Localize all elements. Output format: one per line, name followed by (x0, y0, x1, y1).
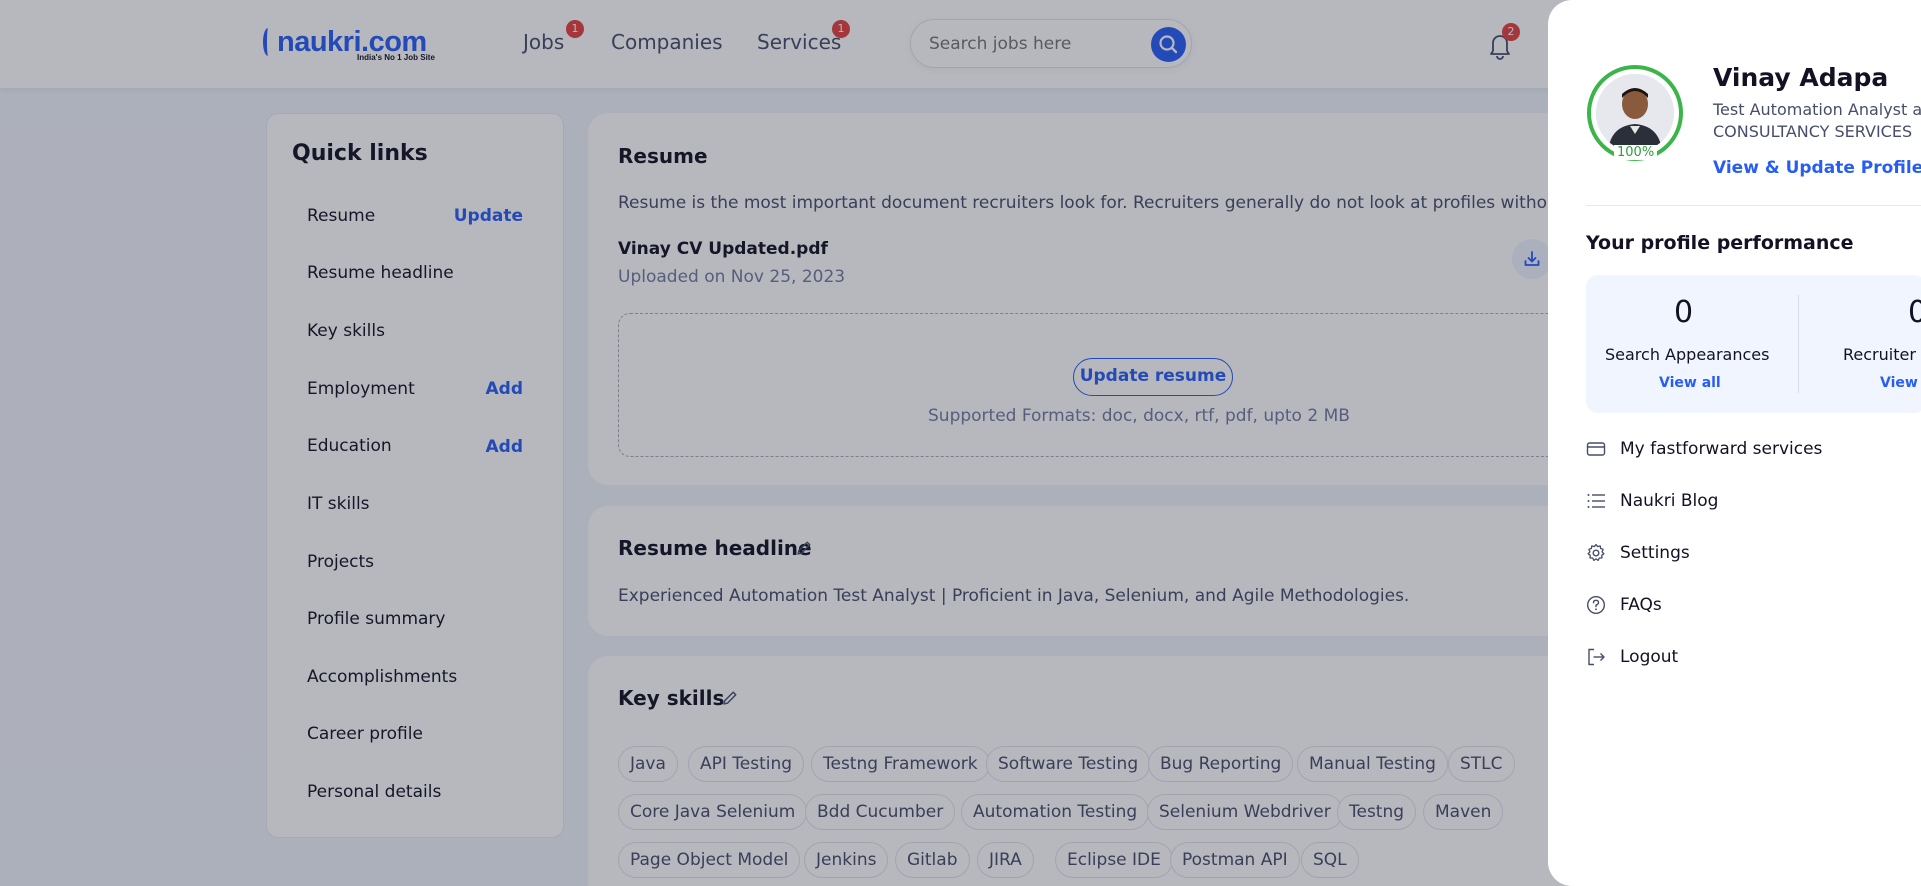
search-appearances-label: Search Appearances (1605, 345, 1770, 364)
view-update-profile-link[interactable]: View & Update Profile (1713, 158, 1921, 178)
divider (1586, 205, 1921, 206)
menu-label: Logout (1620, 647, 1679, 667)
avatar[interactable] (1596, 74, 1674, 152)
recruiter-actions-view[interactable]: View (1880, 375, 1918, 391)
user-role: Test Automation Analyst at CONSULTANCY S… (1713, 99, 1921, 143)
menu-label: My fastforward services (1620, 439, 1823, 459)
profile-drawer: 100% Vinay Adapa Test Automation Analyst… (1548, 0, 1921, 886)
menu-label: Settings (1620, 543, 1690, 563)
menu-label: Naukri Blog (1620, 491, 1719, 511)
question-icon (1586, 595, 1606, 615)
user-role-line-2: CONSULTANCY SERVICES (1713, 122, 1913, 141)
search-appearances-view-all[interactable]: View all (1659, 375, 1721, 391)
profile-performance-title: Your profile performance (1586, 232, 1854, 254)
stats-divider (1798, 295, 1799, 393)
list-icon (1587, 494, 1605, 508)
profile-performance-box: 0 Search Appearances View all 0 Recruite… (1586, 275, 1921, 413)
menu-label: FAQs (1620, 595, 1662, 615)
card-icon (1586, 442, 1606, 456)
logout-icon (1588, 648, 1605, 666)
completion-percentage: 100% (1614, 145, 1658, 160)
user-name: Vinay Adapa (1713, 63, 1889, 92)
user-role-line-1: Test Automation Analyst at (1713, 100, 1921, 119)
gear-icon (1587, 543, 1605, 562)
search-appearances-count: 0 (1674, 295, 1694, 330)
profile-photo (1596, 74, 1674, 152)
recruiter-actions-label: Recruiter A (1843, 345, 1921, 364)
recruiter-actions-count: 0 (1908, 295, 1921, 330)
